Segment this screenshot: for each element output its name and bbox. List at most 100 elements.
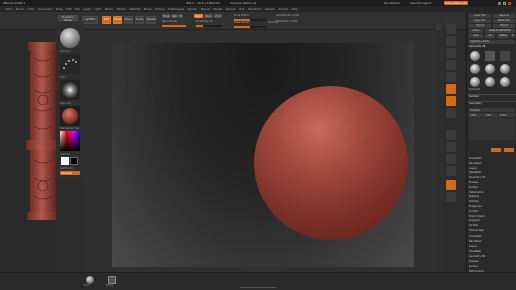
clone-button[interactable]: Clone	[469, 29, 483, 33]
visible-button[interactable]: Visible	[497, 34, 509, 38]
quicksave-button[interactable]: QuickSave	[384, 1, 400, 5]
save-as-button[interactable]: Save As	[493, 14, 515, 18]
tool-subpalette-item[interactable]: Deformation	[469, 191, 484, 194]
default-zscript-button[interactable]: DefaultZScript	[444, 1, 468, 5]
geometry-controls[interactable]	[469, 118, 515, 140]
tool-subpalette-item[interactable]: ArrayMesh	[469, 157, 482, 160]
copy-tool-button[interactable]: Copy Tool	[469, 19, 491, 23]
zoom-icon[interactable]	[446, 36, 456, 46]
polyf-icon[interactable]	[446, 180, 456, 190]
edit-button[interactable]: Edit	[102, 16, 111, 24]
color-picker[interactable]	[60, 131, 80, 151]
bpr-icon[interactable]	[436, 24, 442, 30]
tool-subpalette-item[interactable]: Surface	[469, 186, 478, 189]
draw-size-slider[interactable]	[234, 26, 266, 28]
menu-item-movie[interactable]: Movie	[144, 7, 152, 11]
persp-icon[interactable]	[446, 72, 456, 82]
secondary-color-swatch[interactable]	[70, 157, 78, 165]
tool-subpalette-item[interactable]: Masking	[469, 195, 479, 198]
menu-item-layer[interactable]: Layer	[83, 7, 91, 11]
menu-item-picture[interactable]: Picture	[155, 7, 164, 11]
switch-color-button[interactable]: SwitchColor	[60, 167, 74, 170]
tool-subpalette-item[interactable]: Contact	[469, 210, 478, 213]
load-tool-button[interactable]: Load Tool	[469, 14, 491, 18]
menu-item-document[interactable]: Document	[38, 7, 52, 11]
tool-bottom-item[interactable]: ArrayMesh	[469, 235, 482, 238]
zadd-button[interactable]: Zadd	[194, 14, 203, 18]
scroll-icon[interactable]	[446, 24, 456, 34]
lightbox-button[interactable]: LightBox	[82, 16, 98, 24]
seethrough-slider[interactable]: See-through 0	[410, 1, 431, 5]
move-button[interactable]: Move	[124, 16, 133, 24]
tool-subpalette-item[interactable]: FiberMesh	[469, 171, 481, 174]
tool-bottom-item[interactable]: NanoMesh	[469, 240, 482, 243]
paste-tool-button[interactable]: Paste Tool	[493, 19, 515, 23]
orange-toggle-a[interactable]	[491, 148, 501, 152]
close-icon[interactable]	[508, 1, 511, 5]
alternate-button[interactable]: Alternate	[60, 171, 80, 175]
local-symmetry-icon[interactable]	[446, 96, 456, 106]
menu-item-material[interactable]: Material	[129, 7, 140, 11]
menu-item-edit[interactable]: Edit	[66, 7, 71, 11]
polymesh-tool-icon[interactable]	[500, 51, 510, 61]
aahalf-icon[interactable]	[446, 60, 456, 70]
m-button[interactable]: M	[178, 14, 183, 18]
menu-item-tool[interactable]: Tool	[239, 7, 244, 11]
initialize-bar[interactable]: Initialize	[469, 108, 515, 112]
menu-item-alpha[interactable]: Alpha	[5, 7, 13, 11]
alpha-thumbnail[interactable]	[60, 80, 80, 100]
rgb-button[interactable]: Rgb	[171, 14, 177, 18]
tool-subpalette-item[interactable]: UV Map	[469, 224, 478, 227]
goz-button[interactable]: GoZ	[469, 34, 483, 38]
scale-button[interactable]: Scale	[135, 16, 144, 24]
tool-subpalette-item[interactable]: Preview	[469, 181, 478, 184]
brush-thumbnail[interactable]	[60, 28, 80, 48]
mrgb-button[interactable]: Mrgb	[162, 14, 170, 18]
menu-item-zscript[interactable]: Zscript	[279, 7, 288, 11]
orange-toggle-b[interactable]	[504, 148, 514, 152]
actual-icon[interactable]	[446, 48, 456, 58]
tool-subpalette-item[interactable]: Polypaint	[469, 219, 480, 222]
zsub-button[interactable]: Zsub	[204, 14, 213, 18]
tool-subpalette-item[interactable]: Polygroups	[469, 205, 482, 208]
tool-subpalette-item[interactable]: Visibility	[469, 200, 479, 203]
lightbox-tools-button[interactable]: Lightbox ▸ Tools	[469, 40, 515, 44]
menu-item-help[interactable]: Help	[292, 7, 298, 11]
zcut-button[interactable]: Zcut	[214, 14, 222, 18]
sphere-tool-icon-4[interactable]	[470, 77, 480, 87]
import-button[interactable]: Import	[469, 24, 491, 28]
simple-brush-icon[interactable]	[470, 64, 480, 74]
y-res-slider[interactable]: Y Res	[484, 113, 498, 117]
menu-item-render[interactable]: Render	[188, 7, 198, 11]
move-view-icon[interactable]	[446, 142, 456, 152]
menu-item-stencil[interactable]: Stencil	[201, 7, 210, 11]
scale-view-icon[interactable]	[446, 154, 456, 164]
xyz-rotate-icon[interactable]	[446, 108, 456, 118]
sphere-tool-icon-6[interactable]	[500, 77, 510, 87]
menu-item-texture[interactable]: Texture	[226, 7, 236, 11]
rgb-intensity-slider[interactable]	[162, 25, 186, 27]
tool-bottom-item[interactable]: Geometry HD	[469, 255, 485, 258]
r-button[interactable]: R	[511, 34, 515, 38]
floor-toggle-icon[interactable]	[446, 84, 456, 94]
transp-icon[interactable]	[446, 192, 456, 202]
frame-icon-bottom[interactable]	[108, 276, 116, 284]
x-res-slider[interactable]: X Res	[469, 113, 483, 117]
tool-subpalette-item[interactable]: NanoMesh	[469, 162, 482, 165]
all-button[interactable]: All	[485, 34, 495, 38]
menu-item-zplugin[interactable]: Zplugin	[265, 7, 275, 11]
export-button[interactable]: Export	[493, 24, 515, 28]
rotate-view-icon[interactable]	[446, 166, 456, 176]
tool-subpalette-item[interactable]: Layers	[469, 167, 477, 170]
menu-item-file[interactable]: File	[75, 7, 80, 11]
tool-bottom-item[interactable]: FiberMesh	[469, 250, 481, 253]
tool-bottom-item[interactable]: Surface	[469, 265, 478, 268]
menu-item-brush[interactable]: Brush	[16, 7, 24, 11]
sphere-tool-icon-2[interactable]	[485, 64, 495, 74]
tool-subpalette-item[interactable]: Morph Target	[469, 215, 485, 218]
draw-button[interactable]: Draw	[113, 16, 122, 24]
cylinder-tool-icon[interactable]	[485, 51, 495, 61]
make-polymesh-button[interactable]: Make PolyMesh3D	[485, 29, 515, 33]
bottom-scroll-handle[interactable]	[240, 287, 276, 288]
menu-item-stroke[interactable]: Stroke	[214, 7, 223, 11]
